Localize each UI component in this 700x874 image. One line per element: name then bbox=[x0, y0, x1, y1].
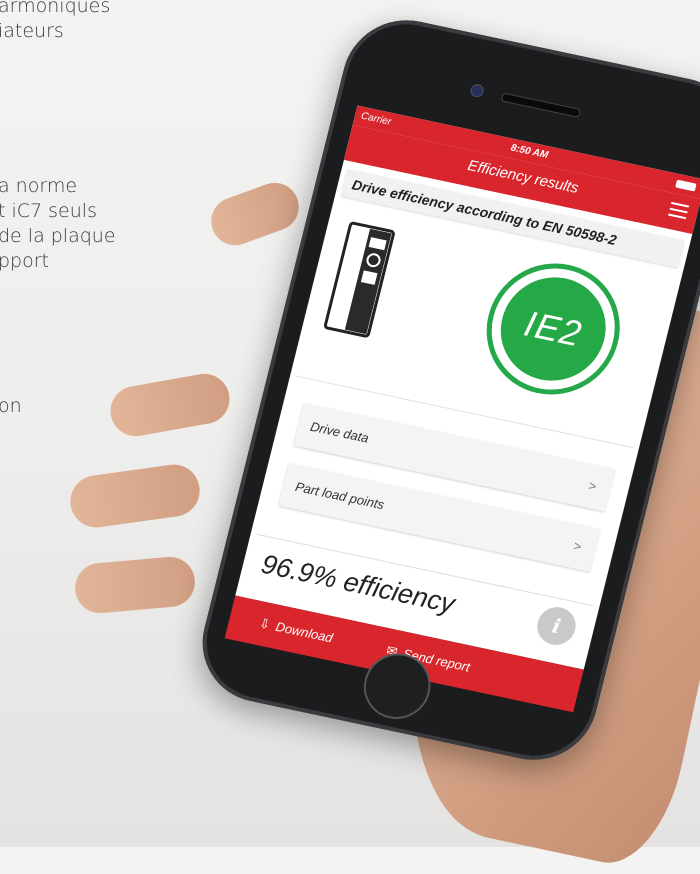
earpiece bbox=[500, 92, 582, 118]
chevron-right-icon: > bbox=[587, 477, 599, 495]
background-text-line: de la plaque bbox=[0, 225, 116, 247]
background-text-block-1: armoniques iateurs bbox=[0, 0, 110, 44]
background-text-line: t iC7 seuls bbox=[0, 200, 97, 222]
download-label: Download bbox=[274, 618, 335, 646]
hand-finger bbox=[67, 461, 203, 531]
background-text-line: iateurs bbox=[0, 20, 64, 42]
download-button[interactable]: ⇩ Download bbox=[257, 615, 335, 646]
drive-icon bbox=[323, 221, 395, 338]
download-icon: ⇩ bbox=[257, 615, 272, 633]
background-text-line: armoniques bbox=[0, 0, 111, 17]
hand-finger bbox=[204, 176, 306, 252]
efficiency-class-label: IE2 bbox=[489, 267, 617, 391]
background-text-line: a norme bbox=[0, 175, 78, 197]
hamburger-menu-icon[interactable] bbox=[667, 201, 690, 223]
background-text-line: on bbox=[0, 395, 22, 417]
info-button[interactable]: i bbox=[533, 603, 580, 649]
front-camera-icon bbox=[469, 82, 486, 99]
list-item-label: Drive data bbox=[308, 418, 371, 446]
list-item-label: Part load points bbox=[293, 478, 386, 513]
hand-finger bbox=[73, 554, 197, 616]
background-text-line: pport bbox=[0, 250, 50, 272]
background-text-block-2: a norme t iC7 seuls de la plaque pport bbox=[0, 174, 116, 274]
background-text-block-3: on bbox=[0, 394, 22, 419]
efficiency-class-badge: IE2 bbox=[472, 251, 634, 407]
chevron-right-icon: > bbox=[572, 538, 584, 555]
hand-finger bbox=[106, 369, 234, 441]
